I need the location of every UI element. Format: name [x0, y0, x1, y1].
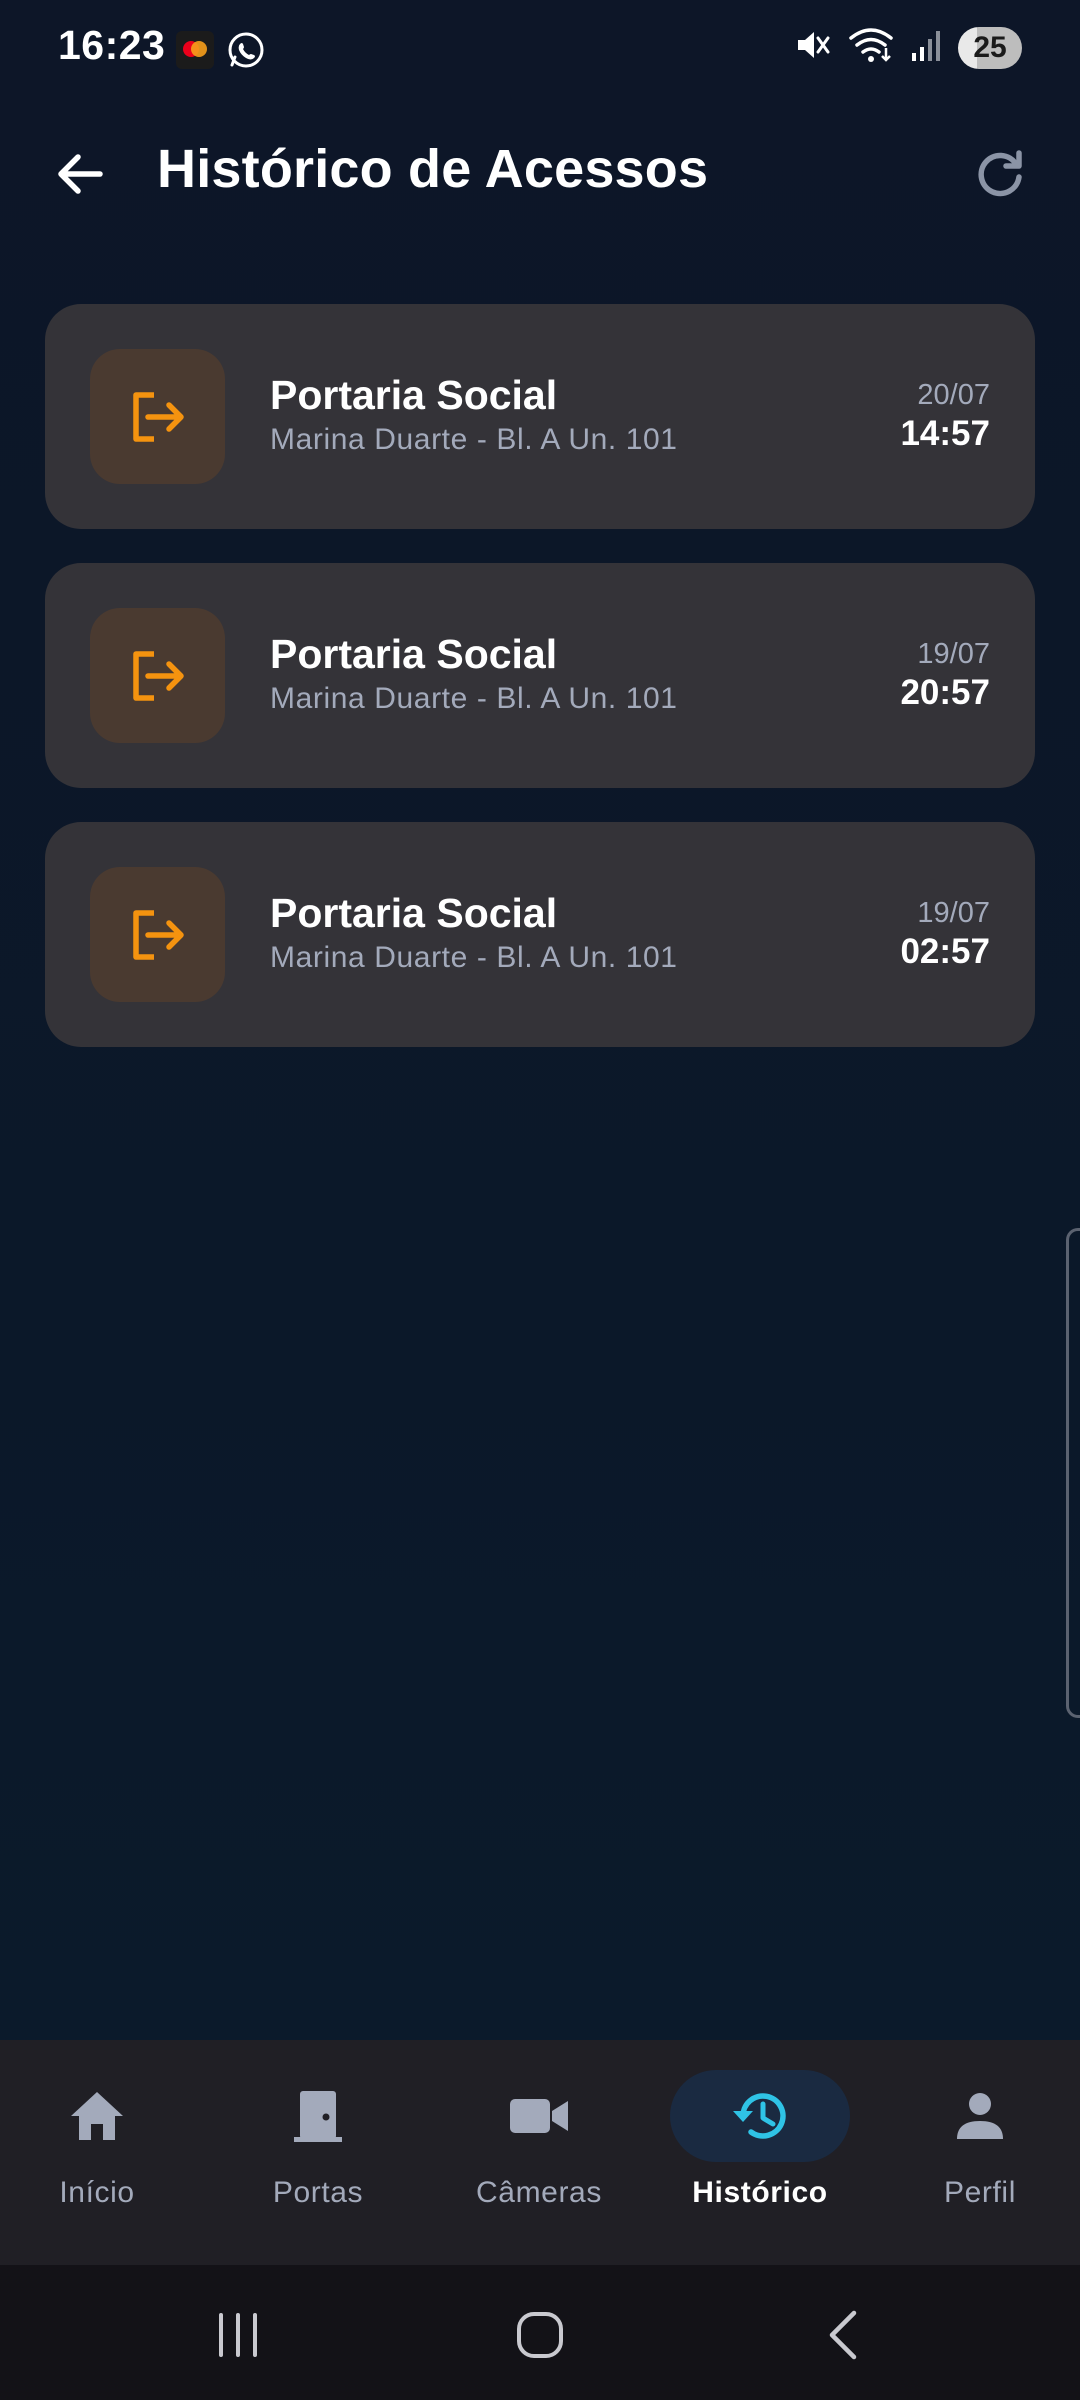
wifi-icon — [848, 26, 894, 69]
access-icon-tile — [90, 349, 225, 484]
nav-icon-wrap — [7, 2070, 187, 2162]
access-person: Marina Duarte - Bl. A Un. 101 — [270, 941, 678, 974]
screen: 16:23 25 Histórico de Acessos Portaria S… — [0, 0, 1080, 2400]
home-button[interactable] — [490, 2295, 590, 2375]
nav-label: Início — [59, 2176, 135, 2209]
videocam-icon — [510, 2099, 568, 2133]
page-title: Histórico de Acessos — [157, 139, 709, 199]
home-icon — [71, 2092, 123, 2140]
access-time: 14:57 — [900, 414, 990, 453]
refresh-icon — [978, 150, 1022, 197]
notification-icons — [176, 30, 266, 75]
access-card[interactable]: Portaria Social Marina Duarte - Bl. A Un… — [45, 822, 1035, 1047]
nav-item-inicio[interactable]: Início — [0, 2070, 197, 2240]
status-time: 16:23 — [58, 22, 166, 68]
access-date: 19/07 — [917, 897, 990, 929]
access-date: 20/07 — [917, 379, 990, 411]
access-location: Portaria Social — [270, 631, 558, 677]
bottom-nav: Início Portas Câmeras Histórico Perfil — [0, 2040, 1080, 2265]
access-time: 20:57 — [900, 673, 990, 712]
nav-item-cameras[interactable]: Câmeras — [439, 2070, 639, 2240]
nav-icon-wrap — [449, 2070, 629, 2162]
access-person: Marina Duarte - Bl. A Un. 101 — [270, 682, 678, 715]
exit-icon — [132, 650, 184, 701]
battery-indicator: 25 — [958, 26, 1022, 69]
system-icons: 25 — [794, 26, 1022, 69]
nav-item-portas[interactable]: Portas — [218, 2070, 418, 2240]
app-header: Histórico de Acessos — [0, 110, 1080, 230]
mastercard-icon — [176, 31, 214, 74]
nav-item-perfil[interactable]: Perfil — [880, 2070, 1080, 2240]
recent-apps-button[interactable] — [188, 2295, 288, 2375]
person-icon — [957, 2093, 1003, 2139]
system-nav-bar — [0, 2265, 1080, 2400]
system-back-button[interactable] — [794, 2295, 894, 2375]
exit-icon — [132, 391, 184, 442]
nav-icon-wrap — [228, 2070, 408, 2162]
access-icon-tile — [90, 867, 225, 1002]
door-icon — [294, 2091, 342, 2142]
mute-icon — [794, 26, 832, 69]
signal-icon — [910, 27, 942, 68]
access-card[interactable]: Portaria Social Marina Duarte - Bl. A Un… — [45, 563, 1035, 788]
exit-icon — [132, 909, 184, 960]
nav-icon-wrap-active — [670, 2070, 850, 2162]
access-card[interactable]: Portaria Social Marina Duarte - Bl. A Un… — [45, 304, 1035, 529]
nav-label: Histórico — [692, 2176, 828, 2209]
nav-icon-wrap — [890, 2070, 1070, 2162]
nav-label: Perfil — [944, 2176, 1016, 2209]
status-bar: 16:23 25 — [0, 0, 1080, 100]
access-location: Portaria Social — [270, 890, 558, 936]
edge-panel-handle[interactable] — [1066, 1228, 1080, 1718]
home-circle-icon — [517, 2312, 563, 2358]
access-icon-tile — [90, 608, 225, 743]
arrow-left-icon — [58, 154, 103, 194]
recent-apps-icon — [219, 2313, 257, 2357]
whatsapp-icon — [226, 30, 266, 75]
chevron-left-icon — [829, 2310, 857, 2360]
access-location: Portaria Social — [270, 372, 558, 418]
access-list: Portaria Social Marina Duarte - Bl. A Un… — [45, 304, 1035, 1081]
back-button[interactable] — [40, 134, 120, 214]
nav-label: Câmeras — [476, 2176, 602, 2209]
access-date: 19/07 — [917, 638, 990, 670]
access-person: Marina Duarte - Bl. A Un. 101 — [270, 423, 678, 456]
refresh-button[interactable] — [960, 134, 1040, 214]
nav-label: Portas — [272, 2176, 364, 2209]
access-time: 02:57 — [900, 932, 990, 971]
history-icon — [733, 2093, 786, 2139]
nav-item-historico[interactable]: Histórico — [660, 2070, 860, 2240]
